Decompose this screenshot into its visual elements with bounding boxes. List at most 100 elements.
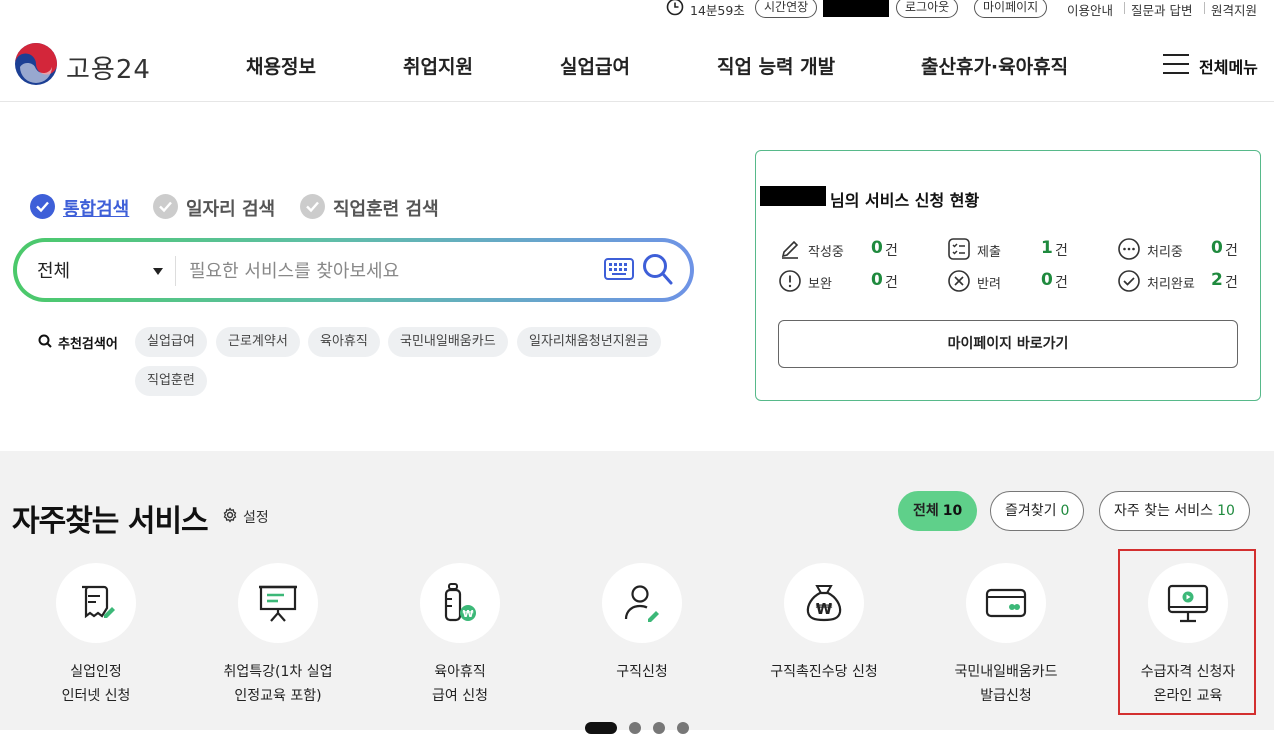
status-count: 0 [1041,270,1053,290]
status-item-supplement[interactable]: 보완 0 건 [778,269,908,293]
divider [1204,2,1205,14]
service-job-promotion-allowance[interactable]: ₩ 구직촉진수당 신청 [744,563,904,684]
keyword-chip[interactable]: 육아휴직 [308,327,380,357]
status-item-completed[interactable]: 처리완료 2 건 [1117,269,1247,293]
tab-label: 통합검색 [63,199,130,220]
presentation-board-icon [259,585,297,622]
nav-employment-support[interactable]: 취업지원 [403,52,473,79]
status-count: 0 [871,238,883,258]
tab-count: 0 [1060,503,1070,519]
service-job-application[interactable]: 구직신청 [562,563,722,684]
tab-label: 일자리 검색 [186,199,276,220]
x-circle-icon [948,270,970,292]
search-input[interactable] [189,253,589,289]
status-unit: 건 [1055,275,1068,291]
all-menu-label: 전체메뉴 [1199,58,1258,77]
service-label: 국민내일배움카드 [954,664,1058,680]
status-item-submitted[interactable]: 제출 1 건 [947,237,1077,261]
service-label: 인정교육 포함) [234,688,322,704]
service-label: 실업인정 [70,664,122,680]
status-label: 반려 [977,277,1001,292]
status-label: 작성중 [808,245,844,260]
search-icon[interactable] [642,253,674,287]
divider [175,256,176,286]
carousel-dot[interactable] [629,722,641,734]
nav-parental-leave[interactable]: 출산휴가·육아휴직 [921,52,1068,79]
check-circle-icon [1118,270,1140,292]
redacted-username [760,186,826,206]
service-parental-leave-benefit[interactable]: ₩ 육아휴직 급여 신청 [380,563,540,708]
status-unit: 건 [885,275,898,291]
site-header: 고용24 채용정보 취업지원 실업급여 직업 능력 개발 출산휴가·육아휴직 전… [0,20,1274,102]
status-label: 제출 [977,245,1001,260]
status-unit: 건 [1055,243,1068,259]
nav-unemployment-benefit[interactable]: 실업급여 [560,52,630,79]
settings-label: 설정 [243,510,269,526]
search-category-select[interactable]: 전체 [37,257,70,283]
status-item-drafting[interactable]: 작성중 0 건 [778,237,908,261]
session-timer: 14분59초 [690,3,745,18]
divider [1124,2,1125,14]
check-circle-icon [153,194,178,219]
logout-button[interactable]: 로그아웃 [896,0,959,18]
service-job-lecture[interactable]: 취업특강(1차 실업인정교육 포함) [198,563,358,708]
svg-text:₩: ₩ [816,600,833,618]
keyword-chip[interactable]: 국민내일배움카드 [388,327,508,357]
highlight-box [1118,549,1256,715]
service-label: 인터넷 신청 [61,688,131,704]
keyword-chip[interactable]: 실업급여 [135,327,207,357]
tab-label: 전체 [913,503,939,519]
caret-down-icon[interactable] [153,268,163,275]
status-count: 1 [1041,238,1053,258]
util-link-qna[interactable]: 질문과 답변 [1131,0,1192,19]
service-label: 급여 신청 [432,688,488,704]
tab-count: 10 [942,503,963,519]
status-unit: 건 [885,243,898,259]
document-pen-icon [82,585,115,619]
frequent-services-section: 자주찾는 서비스 설정 전체 10 즐겨찾기 0 자주 찾는 서비스 10 실업인정 인… [0,451,1274,734]
service-learning-card[interactable]: 국민내일배움카드발급신청 [926,563,1086,708]
search-icon [38,334,52,348]
hamburger-icon [1163,54,1189,74]
utility-bar: 14분59초 시간연장 로그아웃 마이페이지 이용안내 질문과 답변 원격지원 [0,0,1274,20]
carousel-dot[interactable] [677,722,689,734]
checklist-icon [948,238,970,260]
tab-label: 자주 찾는 서비스 [1114,503,1214,519]
svg-text:₩: ₩ [462,609,473,620]
nav-vocational-training[interactable]: 직업 능력 개발 [717,52,835,79]
tab-favorites[interactable]: 즐겨찾기 0 [990,491,1085,531]
extend-session-button[interactable]: 시간연장 [755,0,818,18]
keyword-chip[interactable]: 일자리채움청년지원금 [517,327,661,357]
mypage-button[interactable]: 마이페이지 [974,0,1048,18]
carousel-dot[interactable] [653,722,665,734]
redacted-username [823,0,889,17]
keyboard-icon[interactable] [604,258,634,280]
service-label: 취업특강(1차 실업 [223,664,333,680]
status-panel-title: 님의 서비스 신청 현황 [830,191,980,210]
card-icon [985,588,1027,618]
service-unemployment-recognition[interactable]: 실업인정인터넷 신청 [16,563,176,708]
status-item-processing[interactable]: 처리중 0 건 [1117,237,1247,261]
baby-bottle-won-icon: ₩ [444,583,476,622]
util-link-remote[interactable]: 원격지원 [1211,0,1257,19]
search-box: 전체 [13,238,694,302]
tab-all[interactable]: 전체 10 [898,491,978,531]
nav-jobs[interactable]: 채용정보 [246,52,316,79]
tab-frequent[interactable]: 자주 찾는 서비스 10 [1099,491,1250,531]
section-title: 자주찾는 서비스 [12,504,209,539]
site-logo-text[interactable]: 고용24 [66,49,151,86]
status-unit: 건 [1225,243,1238,259]
status-count: 2 [1211,270,1223,290]
keyword-chip[interactable]: 직업훈련 [135,366,207,396]
util-link-guide[interactable]: 이용안내 [1067,0,1113,19]
status-label: 처리완료 [1147,277,1195,292]
service-label: 발급신청 [980,688,1032,704]
clock-icon [666,0,684,16]
exclamation-circle-icon [779,270,801,292]
taegeuk-logo-icon[interactable] [14,42,58,86]
carousel-dot-active[interactable] [585,722,617,734]
go-to-mypage-button[interactable]: 마이페이지 바로가기 [778,320,1238,368]
status-item-rejected[interactable]: 반려 0 건 [947,269,1077,293]
tab-count: 10 [1217,503,1235,519]
keyword-chip[interactable]: 근로계약서 [216,327,300,357]
